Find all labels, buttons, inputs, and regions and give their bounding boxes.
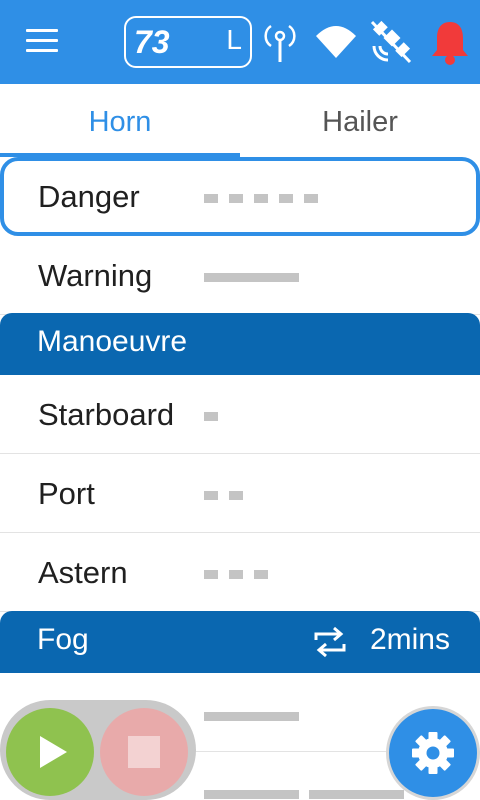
settings-button[interactable]	[386, 706, 480, 800]
play-icon	[40, 736, 67, 768]
signal-item-port[interactable]: Port	[0, 454, 480, 533]
channel-selector[interactable]: 73 L	[124, 16, 252, 68]
stop-button[interactable]	[100, 708, 188, 796]
repeat-icon[interactable]	[312, 625, 348, 659]
settings-gear-icon	[412, 732, 454, 774]
signal-label: Port	[38, 476, 95, 511]
play-button[interactable]	[6, 708, 94, 796]
stop-icon	[128, 736, 160, 768]
section-header-manoeuvre: Manoeuvre	[0, 313, 480, 375]
playback-controls	[0, 700, 196, 800]
signal-item-astern[interactable]: Astern	[0, 533, 480, 612]
signal-item-starboard[interactable]: Starboard	[0, 375, 480, 454]
channel-number: 73	[134, 24, 170, 60]
tab-hailer[interactable]: Hailer	[240, 84, 480, 158]
signal-label: Warning	[38, 258, 153, 293]
tab-horn[interactable]: Horn	[0, 84, 240, 158]
channel-power-mode: L	[226, 24, 242, 55]
gps-off-icon[interactable]	[368, 18, 412, 66]
signal-item-warning[interactable]: Warning	[0, 236, 480, 315]
app-bar: 73 L	[0, 0, 480, 84]
antenna-icon[interactable]	[258, 18, 302, 66]
section-title: Fog	[37, 623, 89, 656]
menu-icon[interactable]	[26, 29, 58, 55]
signal-label: Starboard	[38, 397, 175, 432]
section-header-fog: Fog 2mins	[0, 611, 480, 673]
tab-bar: Horn Hailer	[0, 84, 480, 158]
section-title: Manoeuvre	[37, 325, 188, 358]
signal-label: Danger	[38, 179, 140, 214]
alarm-bell-icon[interactable]	[428, 18, 472, 66]
fog-interval[interactable]: 2mins	[370, 623, 450, 657]
signal-label: Astern	[38, 555, 128, 590]
signal-item-danger[interactable]: Danger	[0, 157, 480, 236]
wifi-icon[interactable]	[314, 18, 358, 66]
